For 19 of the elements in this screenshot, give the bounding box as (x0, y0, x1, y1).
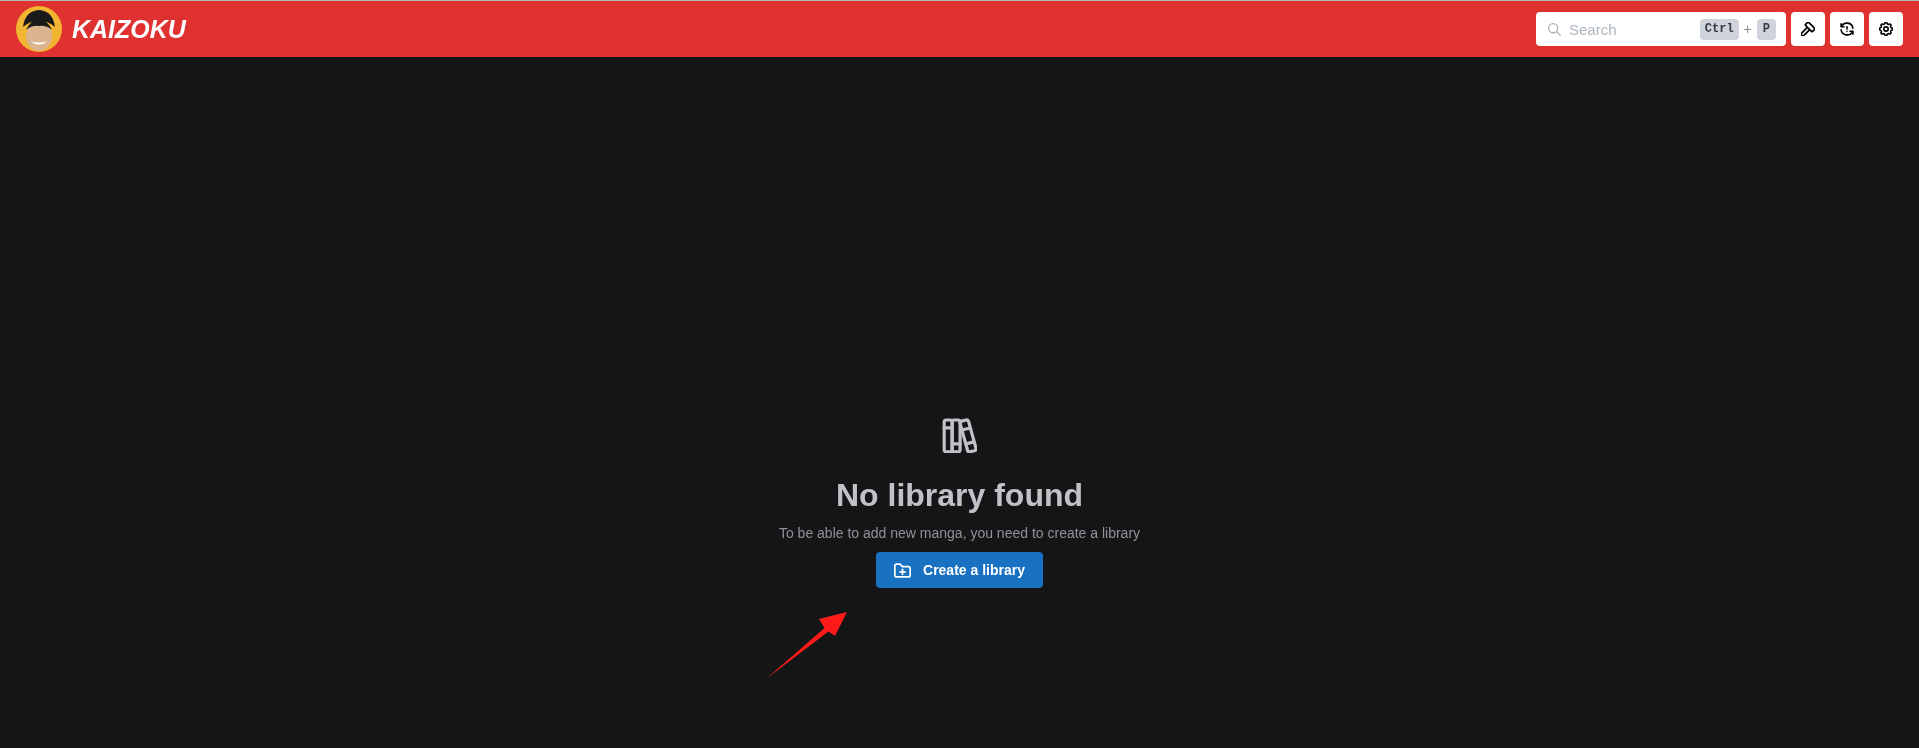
logo-icon (15, 5, 63, 53)
empty-state-title: No library found (835, 476, 1084, 515)
refresh-button[interactable] (1830, 12, 1864, 46)
settings-icon (1879, 22, 1893, 36)
search-icon (1548, 22, 1561, 36)
keyboard-key: Ctrl (1699, 18, 1739, 40)
keyboard-key: P (1756, 18, 1776, 40)
create-library-button[interactable]: Create a library (876, 552, 1043, 588)
hammer-button[interactable] (1791, 12, 1825, 46)
logo-text: KAIZOKU (72, 16, 186, 42)
settings-button[interactable] (1869, 12, 1903, 46)
hammer-icon (1801, 22, 1815, 36)
folder-plus-icon (894, 562, 911, 578)
books-icon (942, 418, 977, 453)
search-field[interactable]: Search Ctrl + P (1536, 12, 1786, 46)
refresh-alert-icon (1840, 22, 1854, 36)
shortcut-plus: + (1743, 19, 1752, 39)
empty-state-message: To be able to add new manga, you need to create a library (778, 524, 1141, 543)
search-input[interactable]: Search (1569, 17, 1669, 41)
